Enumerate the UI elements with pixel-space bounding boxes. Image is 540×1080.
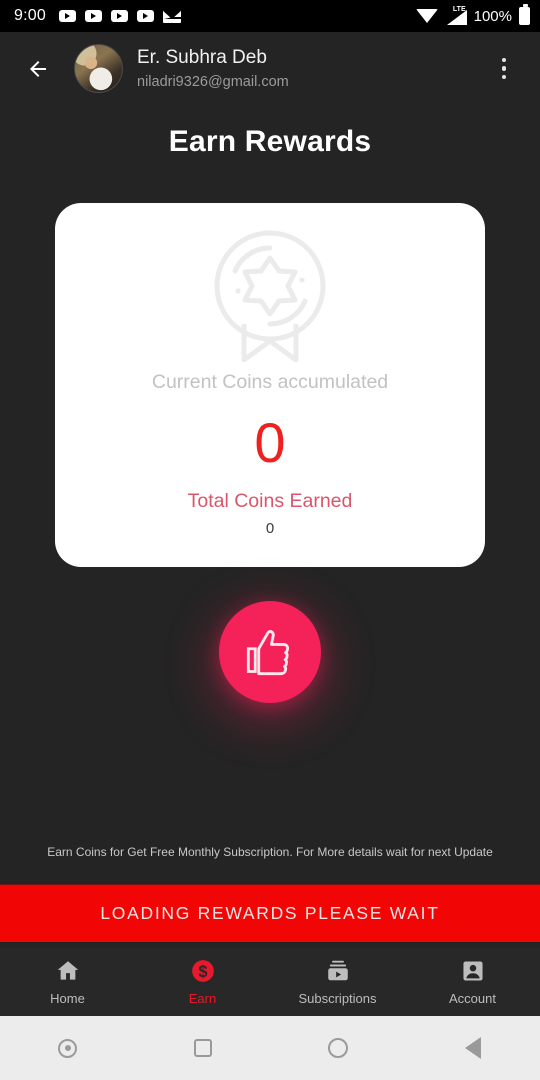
status-bar: 9:00 LTE 100% [0, 0, 540, 32]
assistant-button[interactable] [0, 1038, 135, 1058]
nav-label-home: Home [50, 991, 85, 1006]
recents-button[interactable] [135, 1039, 270, 1057]
back-button-system[interactable] [405, 1037, 540, 1059]
user-email: niladri9326@gmail.com [137, 73, 289, 90]
back-triangle-icon [464, 1037, 481, 1059]
battery-percent-label: 100% [473, 7, 512, 25]
loading-rewards-button[interactable]: LOADING REWARDS PLEASE WAIT [0, 884, 540, 942]
battery-full-icon [519, 4, 530, 25]
youtube-icon [136, 10, 154, 22]
system-navigation-bar [0, 1016, 540, 1080]
bottom-navigation: Home $ Earn Subscriptions Account [0, 948, 540, 1016]
thumbs-up-icon [246, 630, 290, 676]
recents-square-icon [193, 1039, 212, 1057]
dollar-coin-icon: $ [190, 958, 216, 984]
nav-label-subscriptions: Subscriptions [298, 991, 377, 1006]
nav-label-earn: Earn [188, 991, 217, 1006]
youtube-icon [110, 10, 128, 22]
back-button[interactable] [18, 49, 58, 89]
app-bar: Er. Subhra Deb niladri9326@gmail.com [0, 32, 540, 105]
user-identity: Er. Subhra Deb niladri9326@gmail.com [137, 46, 289, 92]
assistant-dot-icon [58, 1038, 77, 1058]
notification-icons [58, 9, 181, 23]
youtube-icon [58, 10, 76, 22]
rewards-card: Current Coins accumulated 0 Total Coins … [55, 203, 485, 567]
current-coins-value: 0 [254, 411, 286, 474]
nav-item-account[interactable]: Account [405, 958, 540, 1006]
total-coins-value: 0 [265, 520, 275, 537]
svg-text:$: $ [198, 963, 207, 981]
youtube-icon [84, 10, 102, 22]
nav-item-subscriptions[interactable]: Subscriptions [270, 958, 405, 1006]
nav-item-earn[interactable]: $ Earn [135, 958, 270, 1006]
nav-item-home[interactable]: Home [0, 958, 135, 1006]
more-vertical-icon [501, 74, 507, 80]
home-circle-icon [327, 1038, 348, 1058]
nav-label-account: Account [449, 991, 496, 1006]
subscriptions-icon [325, 958, 351, 984]
more-vertical-icon [501, 57, 507, 63]
overflow-menu-button[interactable] [486, 47, 522, 91]
mail-icon [162, 9, 181, 23]
avatar[interactable] [74, 44, 123, 93]
back-arrow-icon [30, 60, 46, 77]
lte-signal-icon: LTE [445, 5, 467, 25]
more-vertical-icon [501, 66, 507, 71]
award-badge-icon [208, 228, 332, 367]
network-type-label: LTE [452, 5, 466, 13]
page-title: Earn Rewards [168, 125, 372, 158]
thumbs-up-button[interactable] [219, 601, 321, 703]
status-right: LTE 100% [415, 4, 530, 25]
home-icon [55, 958, 81, 984]
wifi-icon [415, 9, 438, 23]
info-note: Earn Coins for Get Free Monthly Subscrip… [47, 845, 493, 859]
current-coins-label: Current Coins accumulated [151, 371, 389, 393]
home-button[interactable] [270, 1038, 405, 1058]
user-name: Er. Subhra Deb [137, 46, 267, 68]
account-icon [460, 958, 486, 984]
phone-screen: 9:00 LTE 100% Er. Subhra Deb niladri9326… [0, 0, 540, 1080]
fab-container [0, 601, 540, 703]
total-coins-label: Total Coins Earned [187, 490, 353, 512]
status-time: 9:00 [14, 7, 46, 24]
